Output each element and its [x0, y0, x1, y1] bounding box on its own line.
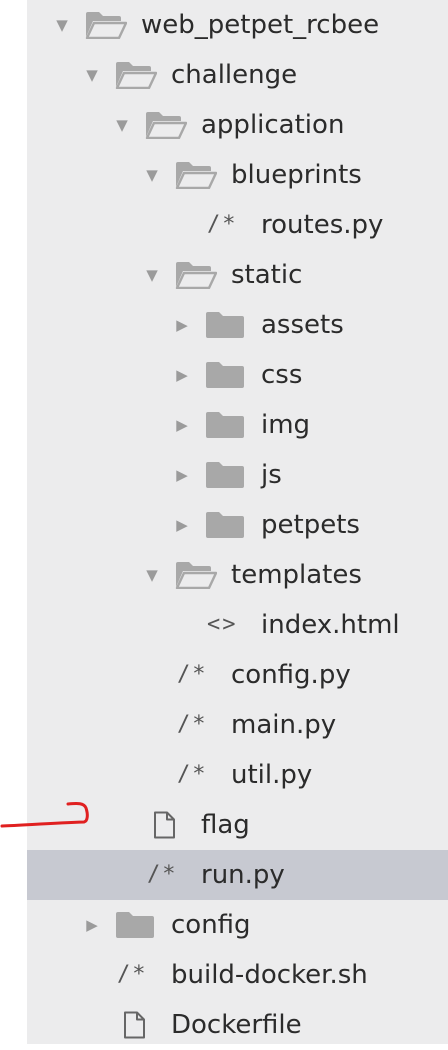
chevron-right-icon[interactable]: ▶ — [173, 515, 191, 535]
folder-icon — [205, 461, 245, 489]
tree-item-static[interactable]: ▼ static — [27, 250, 448, 300]
tree-item-petpets[interactable]: ▶ petpets — [27, 500, 448, 550]
folder-icon — [205, 511, 245, 539]
tree-item-index-html[interactable]: <> index.html — [27, 600, 448, 650]
tree-item-label: util.py — [231, 760, 313, 790]
file-icon — [147, 811, 187, 839]
tree-item-label: challenge — [171, 60, 298, 90]
tree-item-routes-py[interactable]: /* routes.py — [27, 200, 448, 250]
tree-item-label: static — [231, 260, 303, 290]
folder-icon — [205, 311, 245, 339]
tree-item-label: main.py — [231, 710, 337, 740]
tree-item-main-py[interactable]: /* main.py — [27, 700, 448, 750]
chevron-down-icon[interactable]: ▼ — [143, 265, 161, 285]
tree-item-assets[interactable]: ▶ assets — [27, 300, 448, 350]
folder-icon — [115, 911, 155, 939]
hand-drawn-arrow-annotation — [0, 802, 89, 828]
tree-item-config[interactable]: ▶ config — [27, 900, 448, 950]
folder-icon — [205, 411, 245, 439]
folder-open-icon — [175, 261, 217, 289]
tree-item-blueprints[interactable]: ▼ blueprints — [27, 150, 448, 200]
code-comment-file-icon: /* — [147, 862, 178, 887]
code-comment-file-icon: /* — [177, 712, 208, 737]
tree-item-label: config — [171, 910, 251, 940]
tree-item-label: Dockerfile — [171, 1010, 302, 1040]
tree-item-label: web_petpet_rcbee — [141, 10, 380, 40]
code-comment-file-icon: /* — [177, 762, 208, 787]
tree-item-label: assets — [261, 310, 344, 340]
chevron-right-icon[interactable]: ▶ — [173, 465, 191, 485]
chevron-down-icon[interactable]: ▼ — [143, 565, 161, 585]
tree-item-label: blueprints — [231, 160, 362, 190]
tree-item-label: css — [261, 360, 303, 390]
folder-open-icon — [85, 11, 127, 39]
chevron-right-icon[interactable]: ▶ — [173, 415, 191, 435]
tree-item-config-py[interactable]: /* config.py — [27, 650, 448, 700]
tree-item-label: templates — [231, 560, 362, 590]
chevron-down-icon[interactable]: ▼ — [113, 115, 131, 135]
code-comment-file-icon: /* — [207, 212, 238, 237]
html-file-icon: <> — [207, 612, 238, 637]
tree-item-js[interactable]: ▶ js — [27, 450, 448, 500]
folder-open-icon — [115, 61, 157, 89]
file-tree: ▼ web_petpet_rcbee ▼ challenge ▼ applica… — [27, 0, 448, 1044]
chevron-right-icon[interactable]: ▶ — [173, 315, 191, 335]
tree-item-label: build-docker.sh — [171, 960, 368, 990]
code-comment-file-icon: /* — [177, 662, 208, 687]
tree-item-templates[interactable]: ▼ templates — [27, 550, 448, 600]
chevron-down-icon[interactable]: ▼ — [83, 65, 101, 85]
tree-item-label: index.html — [261, 610, 400, 640]
tree-item-label: flag — [201, 810, 250, 840]
chevron-down-icon[interactable]: ▼ — [143, 165, 161, 185]
tree-item-label: config.py — [231, 660, 351, 690]
tree-item-dockerfile[interactable]: Dockerfile — [27, 1000, 448, 1050]
tree-item-run-py[interactable]: /* run.py — [27, 850, 448, 900]
chevron-right-icon[interactable]: ▶ — [83, 915, 101, 935]
tree-item-css[interactable]: ▶ css — [27, 350, 448, 400]
code-comment-file-icon: /* — [117, 962, 148, 987]
chevron-down-icon[interactable]: ▼ — [53, 15, 71, 35]
folder-open-icon — [175, 561, 217, 589]
tree-item-label: application — [201, 110, 345, 140]
folder-open-icon — [175, 161, 217, 189]
tree-item-label: petpets — [261, 510, 360, 540]
file-icon — [117, 1011, 157, 1039]
tree-item-img[interactable]: ▶ img — [27, 400, 448, 450]
chevron-right-icon[interactable]: ▶ — [173, 365, 191, 385]
tree-item-label: run.py — [201, 860, 285, 890]
tree-item-label: routes.py — [261, 210, 384, 240]
tree-item-web-petpet-rcbee[interactable]: ▼ web_petpet_rcbee — [27, 0, 448, 50]
tree-item-build-docker-sh[interactable]: /* build-docker.sh — [27, 950, 448, 1000]
tree-item-application[interactable]: ▼ application — [27, 100, 448, 150]
folder-open-icon — [145, 111, 187, 139]
tree-item-label: img — [261, 410, 311, 440]
tree-item-label: js — [261, 460, 282, 490]
folder-icon — [205, 361, 245, 389]
tree-item-challenge[interactable]: ▼ challenge — [27, 50, 448, 100]
